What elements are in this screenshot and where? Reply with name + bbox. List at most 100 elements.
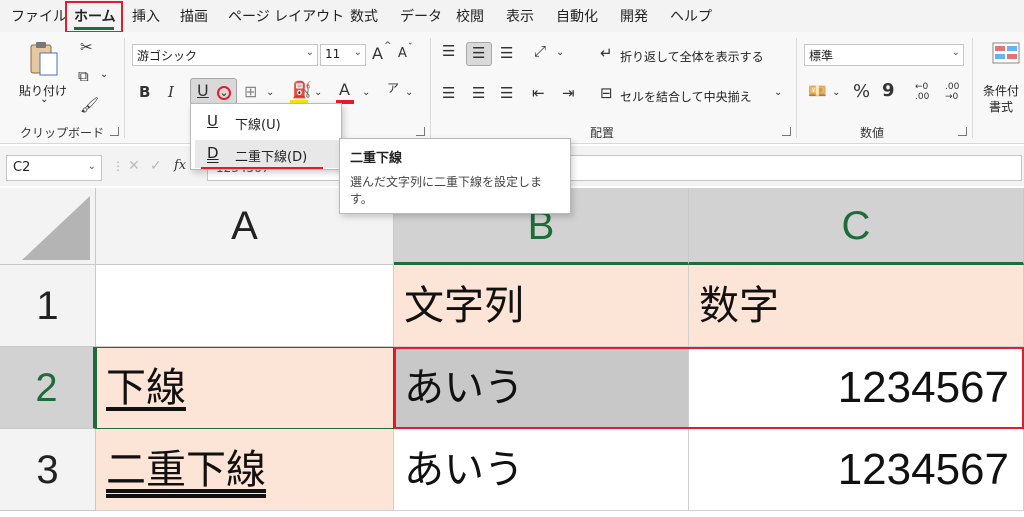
- tooltip-title: 二重下線: [350, 151, 403, 166]
- ribbon: 貼り付け ⌄ ✂ ⧉ ⌄ 🖌 クリップボード 游ゴシック ⌄ 11 ⌄ A ^ …: [0, 32, 1024, 144]
- borders-icon[interactable]: ⊞: [244, 84, 257, 100]
- selection-frame-a2: [96, 347, 394, 429]
- clipboard-launcher-icon[interactable]: [110, 127, 119, 136]
- tab-formulas[interactable]: 数式: [350, 6, 378, 26]
- copy-chevron-icon[interactable]: ⌄: [100, 70, 108, 80]
- tab-file[interactable]: ファイル: [11, 6, 67, 26]
- tooltip: 二重下線 選んだ文字列に二重下線を設定します。: [339, 138, 571, 214]
- tab-insert[interactable]: 挿入: [132, 6, 160, 26]
- orientation-chevron-icon[interactable]: ⌄: [556, 48, 564, 58]
- group-separator: [430, 38, 431, 138]
- group-separator: [972, 38, 973, 138]
- copy-icon[interactable]: ⧉: [78, 69, 89, 84]
- paste-icon[interactable]: [28, 40, 60, 78]
- wrap-text-icon[interactable]: ↵: [600, 46, 613, 61]
- shrink-font-icon[interactable]: A: [398, 47, 407, 60]
- double-underline-icon: D: [207, 144, 219, 162]
- cell-a3[interactable]: 二重下線: [96, 429, 394, 511]
- font-color-icon[interactable]: A: [339, 82, 350, 98]
- insert-function-button[interactable]: fx: [174, 159, 186, 172]
- tab-developer[interactable]: 開発: [620, 6, 648, 26]
- fill-color-chevron-icon[interactable]: ⌄: [314, 88, 322, 98]
- decrease-decimal-button[interactable]: .00 →0: [945, 82, 959, 102]
- format-painter-icon[interactable]: 🖌: [80, 98, 99, 113]
- grow-font-icon[interactable]: A: [372, 46, 383, 62]
- borders-chevron-icon[interactable]: ⌄: [266, 88, 274, 98]
- cell-c1[interactable]: 数字: [689, 265, 1024, 347]
- menu-item-double-underline[interactable]: D 二重下線(D): [195, 140, 339, 168]
- select-all-corner[interactable]: [0, 188, 96, 265]
- orientation-icon[interactable]: ⤢: [534, 44, 546, 59]
- row-header-1[interactable]: 1: [0, 265, 96, 347]
- align-left-icon[interactable]: ☰: [442, 86, 455, 101]
- more-dots-icon[interactable]: ⋮: [112, 160, 124, 172]
- tab-page-layout[interactable]: ページ レイアウト: [228, 6, 344, 26]
- cell-a1[interactable]: [96, 265, 394, 347]
- merge-center-icon[interactable]: ⊟: [600, 86, 613, 101]
- row-header-2[interactable]: 2: [0, 347, 96, 429]
- italic-button[interactable]: I: [168, 85, 174, 100]
- conditional-formatting-label[interactable]: 条件付: [983, 82, 1019, 99]
- align-right-icon[interactable]: ☰: [500, 86, 513, 101]
- conditional-formatting-icon[interactable]: [992, 42, 1020, 64]
- shrink-caret-icon: ˇ: [408, 43, 413, 53]
- cell-c3[interactable]: 1234567: [689, 429, 1024, 511]
- phonetic-icon[interactable]: ア: [387, 82, 399, 94]
- row-header-3[interactable]: 3: [0, 429, 96, 511]
- align-center-icon[interactable]: ☰: [472, 86, 485, 101]
- merge-chevron-icon[interactable]: ⌄: [774, 88, 782, 98]
- align-top-icon[interactable]: ☰: [442, 44, 455, 59]
- font-name-select[interactable]: 游ゴシック ⌄: [132, 44, 318, 66]
- fill-color-icon[interactable]: ⛽: [292, 82, 312, 98]
- chevron-down-icon: ⌄: [305, 47, 314, 58]
- number-format-select[interactable]: 標準 ⌄: [804, 44, 964, 66]
- confirm-icon[interactable]: ✓: [150, 159, 162, 173]
- tab-view[interactable]: 表示: [506, 6, 534, 26]
- chevron-down-icon: ⌄: [87, 161, 96, 172]
- decrease-indent-icon[interactable]: ⇤: [532, 86, 545, 101]
- accounting-chevron-icon[interactable]: ⌄: [832, 88, 840, 98]
- font-launcher-icon[interactable]: [416, 127, 425, 136]
- conditional-formatting-label-2[interactable]: 書式: [989, 98, 1013, 115]
- merge-center-button[interactable]: セルを結合して中央揃え: [620, 88, 752, 105]
- font-size-select[interactable]: 11 ⌄: [320, 44, 366, 66]
- cancel-icon[interactable]: ✕: [128, 159, 140, 173]
- cell-b3[interactable]: あいう: [394, 429, 689, 511]
- menu-item-double-underline-label: 二重下線(D): [235, 150, 308, 165]
- selection-highlight-b2-c2: [394, 347, 1024, 429]
- tab-help[interactable]: ヘルプ: [670, 6, 712, 26]
- grow-caret-icon: ^: [384, 41, 392, 51]
- font-color-chevron-icon[interactable]: ⌄: [362, 88, 370, 98]
- cut-icon[interactable]: ✂: [80, 40, 93, 55]
- menu-item-underline-label: 下線(U): [235, 118, 281, 133]
- clipboard-group-label: クリップボード: [20, 126, 105, 140]
- cell-b1[interactable]: 文字列: [394, 265, 689, 347]
- increase-decimal-button[interactable]: ←0 .00: [915, 82, 929, 102]
- spreadsheet-grid: A B C 1 文字列 数字 2 下線 あいう 1234567 3 二重下線 あ…: [0, 188, 1024, 517]
- tab-review[interactable]: 校閲: [456, 6, 484, 26]
- align-bottom-icon[interactable]: ☰: [500, 46, 513, 61]
- underline-dropdown-chevron-icon[interactable]: ⌄: [217, 86, 231, 100]
- number-format-value: 標準: [809, 49, 834, 63]
- phonetic-chevron-icon[interactable]: ⌄: [405, 88, 413, 98]
- percent-style-button[interactable]: %: [853, 83, 870, 101]
- double-underline-highlight: [201, 167, 323, 169]
- menu-tabs-bar: ファイル ホーム 挿入 描画 ページ レイアウト 数式 データ 校閲 表示 自動…: [0, 0, 1024, 32]
- tab-draw[interactable]: 描画: [180, 6, 208, 26]
- column-header-c[interactable]: C: [689, 188, 1024, 265]
- name-box[interactable]: C2 ⌄: [6, 155, 102, 181]
- chevron-down-icon: ⌄: [951, 47, 960, 58]
- underline-icon: U: [197, 81, 209, 100]
- tab-data[interactable]: データ: [400, 6, 442, 26]
- number-launcher-icon[interactable]: [958, 127, 967, 136]
- bold-button[interactable]: B: [139, 85, 150, 100]
- tab-automate[interactable]: 自動化: [556, 6, 598, 26]
- accounting-format-icon[interactable]: 💴: [808, 84, 827, 99]
- group-separator: [796, 38, 797, 138]
- paste-chevron-icon[interactable]: ⌄: [40, 94, 48, 105]
- comma-style-button[interactable]: 9: [882, 82, 895, 100]
- increase-indent-icon[interactable]: ⇥: [562, 86, 575, 101]
- menu-item-underline[interactable]: U 下線(U): [195, 108, 339, 136]
- alignment-launcher-icon[interactable]: [782, 127, 791, 136]
- wrap-text-button[interactable]: 折り返して全体を表示する: [620, 48, 764, 65]
